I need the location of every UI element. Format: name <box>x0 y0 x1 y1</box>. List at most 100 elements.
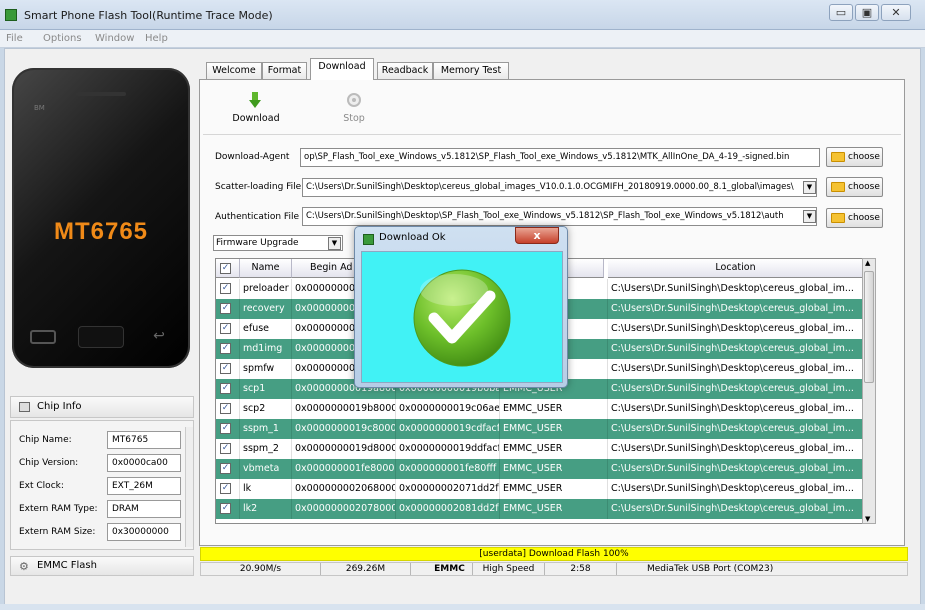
select-all-header[interactable]: ✓ <box>216 259 240 278</box>
row-checkbox[interactable]: ✓ <box>220 443 231 454</box>
select-all-checkbox[interactable]: ✓ <box>220 263 231 274</box>
partition-name: sspm_1 <box>240 419 292 439</box>
partition-name: scp1 <box>240 379 292 399</box>
tab-format[interactable]: Format <box>262 62 307 79</box>
chip-info-scrollbar[interactable] <box>185 427 193 547</box>
tab-memory-test[interactable]: Memory Test <box>433 62 509 79</box>
name-column-header[interactable]: Name <box>240 259 292 278</box>
close-button[interactable]: ✕ <box>881 4 911 21</box>
cb-cell: ✓ <box>216 339 240 359</box>
table-row[interactable]: ✓ vbmeta 0x000000001fe80000 0x000000001fe80… <box>216 459 862 479</box>
table-scrollbar[interactable]: ▲ ▼ <box>862 258 876 524</box>
partition-name: efuse <box>240 319 292 339</box>
partition-name: vbmeta <box>240 459 292 479</box>
location-column-header[interactable]: Location <box>608 259 862 278</box>
elapsed-time: 2:58 <box>545 563 617 575</box>
cb-cell: ✓ <box>216 399 240 419</box>
ext-clock-label: Ext Clock: <box>19 481 64 491</box>
chip-info-title: Chip Info <box>37 401 82 412</box>
row-checkbox[interactable]: ✓ <box>220 423 231 434</box>
transfer-size: 269.26M <box>321 563 411 575</box>
dialog-body <box>361 251 563 383</box>
tab-download[interactable]: Download <box>310 58 374 80</box>
region: EMMC_USER <box>500 479 608 499</box>
maximize-button[interactable]: ▣ <box>855 4 879 21</box>
scroll-down-arrow[interactable]: ▼ <box>865 515 870 523</box>
emmc-flash-title: EMMC Flash <box>37 560 97 571</box>
cb-cell: ✓ <box>216 459 240 479</box>
download-button[interactable]: Download <box>228 113 284 124</box>
ext-clock-value: EXT_26M <box>107 477 181 495</box>
download-agent-field[interactable]: op\SP_Flash_Tool_exe_Windows_v5.1812\SP_… <box>300 148 820 167</box>
auth-dropdown-arrow[interactable]: ▼ <box>803 210 816 223</box>
download-mode-select[interactable]: Firmware Upgrade ▼ <box>213 235 343 251</box>
app-icon <box>5 9 17 21</box>
table-row[interactable]: ✓ lk2 0x0000000020780000 0x00000002081dd2f E… <box>216 499 862 519</box>
choose-auth-button[interactable]: choose <box>826 208 883 228</box>
location: C:\Users\Dr.SunilSingh\Desktop\cereus_gl… <box>608 439 862 459</box>
row-checkbox[interactable]: ✓ <box>220 323 231 334</box>
scroll-up-arrow[interactable]: ▲ <box>865 259 870 267</box>
table-row[interactable]: ✓ sspm_1 0x0000000019c80000 0x0000000019cdf… <box>216 419 862 439</box>
menu-file[interactable]: File <box>6 33 23 44</box>
choose-download-agent-button[interactable]: choose <box>826 147 883 167</box>
success-checkmark-icon <box>413 269 511 367</box>
location: C:\Users\Dr.SunilSingh\Desktop\cereus_gl… <box>608 499 862 519</box>
cb-cell: ✓ <box>216 439 240 459</box>
scatter-file-field[interactable]: C:\Users\Dr.SunilSingh\Desktop\cereus_gl… <box>302 178 817 197</box>
row-checkbox[interactable]: ✓ <box>220 503 231 514</box>
menu-options[interactable]: Options <box>43 33 82 44</box>
end-address: 0x000000001fe80fff <box>396 459 500 479</box>
chevron-down-icon: ▼ <box>328 237 341 250</box>
chip-version-label: Chip Version: <box>19 458 79 468</box>
stop-button[interactable]: Stop <box>336 113 372 124</box>
chip-name-label: Chip Name: <box>19 435 72 445</box>
scatter-dropdown-arrow[interactable]: ▼ <box>803 181 816 194</box>
dialog-close-button[interactable]: x <box>515 227 559 244</box>
chip-name-value: MT6765 <box>107 431 181 449</box>
table-row[interactable]: ✓ scp2 0x0000000019b80000 0x0000000019c06ae… <box>216 399 862 419</box>
choose-scatter-button[interactable]: choose <box>826 177 883 197</box>
choose-label: choose <box>848 182 880 192</box>
scroll-thumb[interactable] <box>864 271 874 383</box>
tab-readback[interactable]: Readback <box>377 62 433 79</box>
row-checkbox[interactable]: ✓ <box>220 463 231 474</box>
table-row[interactable]: ✓ lk 0x0000000020680000 0x00000002071dd2f EM… <box>216 479 862 499</box>
status-bar: 20.90M/s 269.26M EMMC High Speed 2:58 Me… <box>200 562 908 576</box>
partition-name: preloader <box>240 279 292 299</box>
download-arrow-icon <box>249 92 261 109</box>
row-checkbox[interactable]: ✓ <box>220 283 231 294</box>
row-checkbox[interactable]: ✓ <box>220 303 231 314</box>
begin-address: 0x0000000020780000 <box>292 499 396 519</box>
dialog-title: Download Ok <box>379 232 446 243</box>
menu-help[interactable]: Help <box>145 33 168 44</box>
end-address: 0x0000000019c06aef <box>396 399 500 419</box>
table-row[interactable]: ✓ sspm_2 0x0000000019d80000 0x0000000019ddf… <box>216 439 862 459</box>
window-title: Smart Phone Flash Tool(Runtime Trace Mod… <box>24 9 273 22</box>
partition-name: scp2 <box>240 399 292 419</box>
menu-window[interactable]: Window <box>95 33 134 44</box>
row-checkbox[interactable]: ✓ <box>220 363 231 374</box>
dialog-app-icon <box>363 234 374 245</box>
download-agent-label: Download-Agent <box>215 152 290 162</box>
location: C:\Users\Dr.SunilSingh\Desktop\cereus_gl… <box>608 379 862 399</box>
row-checkbox[interactable]: ✓ <box>220 483 231 494</box>
location: C:\Users\Dr.SunilSingh\Desktop\cereus_gl… <box>608 339 862 359</box>
chip-version-value: 0x0000ca00 <box>107 454 181 472</box>
phone-image: BM MT6765 ↩ <box>12 68 190 368</box>
minimize-button[interactable]: ▭ <box>829 4 853 21</box>
back-key-icon: ↩ <box>153 328 165 344</box>
row-checkbox[interactable]: ✓ <box>220 383 231 394</box>
cb-cell: ✓ <box>216 299 240 319</box>
location: C:\Users\Dr.SunilSingh\Desktop\cereus_gl… <box>608 419 862 439</box>
region: EMMC_USER <box>500 439 608 459</box>
emmc-flash-header[interactable]: ⚙ EMMC Flash <box>10 556 194 576</box>
tab-welcome[interactable]: Welcome <box>206 62 262 79</box>
region: EMMC_USER <box>500 459 608 479</box>
chip-info-header[interactable]: Chip Info <box>10 396 194 418</box>
row-checkbox[interactable]: ✓ <box>220 403 231 414</box>
phone-brand: BM <box>34 104 45 112</box>
auth-file-field[interactable]: C:\Users\Dr.SunilSingh\Desktop\SP_Flash_… <box>302 207 817 226</box>
location: C:\Users\Dr.SunilSingh\Desktop\cereus_gl… <box>608 479 862 499</box>
row-checkbox[interactable]: ✓ <box>220 343 231 354</box>
